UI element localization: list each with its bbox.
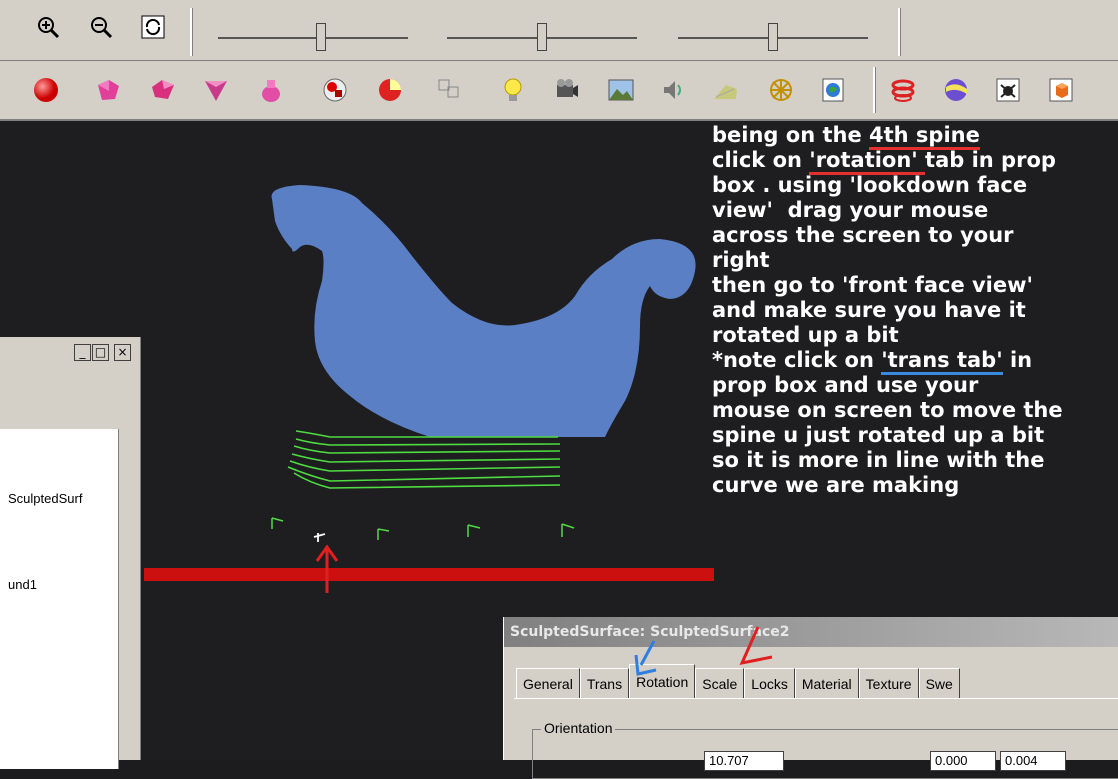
toolbar-separator	[873, 67, 876, 113]
red-rail	[144, 568, 714, 581]
bug-icon[interactable]	[995, 77, 1021, 103]
sphere-icon[interactable]	[33, 77, 59, 103]
tab-material[interactable]: Material	[794, 668, 859, 698]
zoom-in-icon[interactable]	[35, 14, 61, 40]
wheel-icon[interactable]	[768, 77, 794, 103]
tab-texture[interactable]: Texture	[858, 668, 919, 698]
instruction-line: then go to 'front face view'	[712, 273, 1033, 297]
slider-3[interactable]	[678, 23, 868, 51]
orientation-field-3[interactable]: 0.004	[1000, 751, 1066, 771]
property-tabs: General Trans Rotation Scale Locks Mater…	[516, 664, 960, 698]
close-button[interactable]: ×	[114, 344, 131, 361]
slider-2[interactable]	[447, 23, 637, 51]
background-image-icon[interactable]	[608, 77, 634, 103]
zoom-out-icon[interactable]	[88, 14, 114, 40]
maximize-button[interactable]: □	[92, 344, 109, 361]
instruction-line: so it is more in line with the	[712, 448, 1045, 472]
instruction-line: click on 'rotation' tab in prop	[712, 148, 1118, 175]
property-box-title[interactable]: SculptedSurface: SculptedSurface2	[504, 617, 1118, 647]
orientation-field-2[interactable]: 0.000	[930, 751, 996, 771]
instruction-line: being on the 4th spine	[712, 123, 1118, 150]
instruction-line: box . using 'lookdown face	[712, 173, 1028, 197]
instruction-line: rotated up a bit	[712, 323, 899, 347]
tab-scale[interactable]: Scale	[695, 668, 745, 698]
tab-locks[interactable]: Locks	[744, 668, 795, 698]
instruction-line: and make sure you have it	[712, 298, 1026, 322]
camera-icon[interactable]	[553, 77, 579, 103]
instruction-segment: in	[1002, 348, 1033, 372]
instruction-line: mouse on screen to move the	[712, 398, 1063, 422]
boolean-icon[interactable]	[377, 77, 403, 103]
instruction-line: spine u just rotated up a bit	[712, 423, 1045, 447]
slider-1-thumb[interactable]	[316, 23, 326, 51]
box-icon[interactable]	[150, 77, 176, 103]
slider-3-thumb[interactable]	[768, 23, 778, 51]
tab-trans[interactable]: Trans	[579, 668, 630, 698]
orientation-field-1[interactable]: 10.707	[704, 751, 784, 771]
refresh-view-icon[interactable]	[140, 14, 166, 40]
instruction-highlight: 4th spine	[869, 123, 980, 150]
tree-item-ground[interactable]: und1	[8, 577, 37, 592]
sound-icon[interactable]	[660, 77, 686, 103]
property-box-window: SculptedSurface: SculptedSurface2 Genera…	[503, 617, 1118, 779]
instruction-line: across the screen to your	[712, 223, 1014, 247]
terrain-icon[interactable]	[712, 77, 738, 103]
tab-general[interactable]: General	[516, 668, 580, 698]
instruction-segment: *note click on	[712, 348, 882, 372]
rotate-tool-icon[interactable]	[890, 77, 916, 103]
instruction-line: prop box and use your	[712, 373, 979, 397]
toolbar-separator	[898, 8, 901, 56]
instruction-highlight: 'rotation'	[809, 148, 926, 175]
instruction-highlight: 'trans tab'	[881, 348, 1003, 375]
instruction-text: being on the 4th spine click on 'rotatio…	[712, 123, 1118, 498]
cone-icon[interactable]	[203, 77, 229, 103]
toolbar-separator	[190, 8, 193, 56]
toolbar-top	[0, 0, 1118, 61]
instruction-line: *note click on 'trans tab' in	[712, 348, 1118, 375]
slider-2-thumb[interactable]	[537, 23, 547, 51]
minimize-button[interactable]: _	[74, 344, 91, 361]
light-bulb-icon[interactable]	[500, 77, 526, 103]
instruction-line: right	[712, 248, 770, 272]
instruction-segment: being on the	[712, 123, 869, 147]
tab-rotation[interactable]: Rotation	[629, 664, 696, 698]
slider-1[interactable]	[218, 23, 408, 51]
cube-icon[interactable]	[95, 77, 121, 103]
selected-spine-marker	[313, 533, 326, 542]
orientation-label: Orientation	[541, 720, 616, 736]
scene-tree-list[interactable]: SculptedSurf und1	[0, 429, 119, 769]
instruction-segment: click on	[712, 148, 810, 172]
material-sphere-icon[interactable]	[943, 77, 969, 103]
instruction-line: curve we are making	[712, 473, 960, 497]
instruction-line: view' drag your mouse	[712, 198, 989, 222]
spine-lines	[287, 430, 561, 489]
box-export-icon[interactable]	[1048, 77, 1074, 103]
cubes-gray-icon[interactable]	[436, 77, 462, 103]
tab-sweep[interactable]: Swe	[918, 668, 960, 698]
instruction-segment: tab in prop	[925, 148, 1056, 172]
tree-item-sculpted-surface[interactable]: SculptedSurf	[8, 491, 82, 506]
globe-doc-icon[interactable]	[820, 77, 846, 103]
group-shapes-icon[interactable]	[322, 77, 348, 103]
vase-icon[interactable]	[258, 77, 284, 103]
sleigh-shape	[271, 185, 696, 437]
scene-tree-window: _ □ × SculptedSurf und1	[0, 337, 141, 769]
toolbar-shapes	[0, 61, 1118, 121]
